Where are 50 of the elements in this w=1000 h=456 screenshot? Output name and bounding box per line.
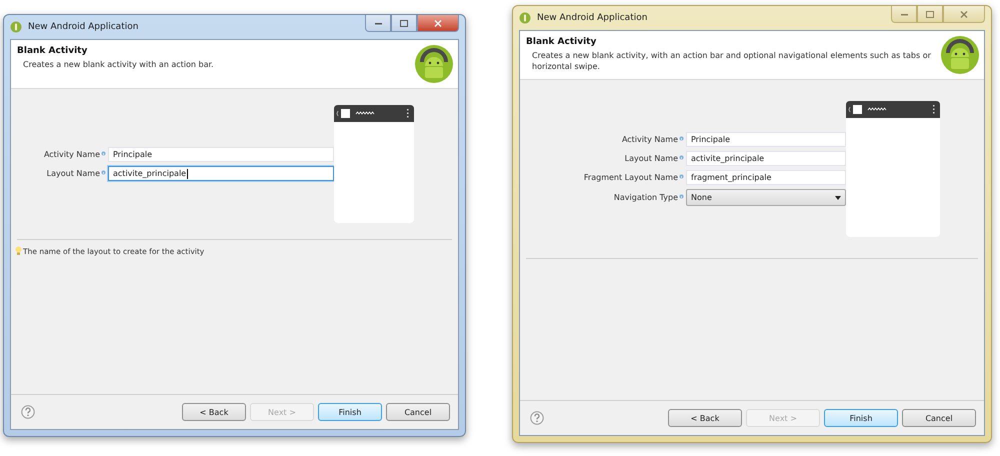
lightbulb-icon <box>15 246 22 256</box>
info-icon <box>101 151 106 156</box>
dropdown[interactable]: None <box>686 189 846 206</box>
field-label: Layout Name <box>46 169 100 178</box>
text-field[interactable]: activite_principale <box>686 151 846 166</box>
info-icon <box>679 136 684 141</box>
wizard-button[interactable]: < Back <box>182 403 246 421</box>
page-heading: Blank Activity <box>17 46 88 56</box>
help-icon[interactable] <box>21 405 35 419</box>
minimize-button[interactable] <box>365 15 391 32</box>
close-icon <box>960 10 968 18</box>
text-field[interactable]: Principale <box>108 147 334 162</box>
info-icon <box>679 174 684 179</box>
window-title: New Android Application <box>28 22 140 32</box>
wizard-button[interactable]: < Back <box>668 409 742 427</box>
maximize-button[interactable] <box>917 6 943 23</box>
dropdown-arrow-icon <box>835 196 841 200</box>
app-icon <box>10 21 22 33</box>
text-field[interactable]: activite_principale <box>108 166 334 181</box>
text-field[interactable]: Principale <box>686 132 846 147</box>
wizard-button[interactable]: Finish <box>824 409 898 427</box>
page-description: Creates a new blank activity with an action bar. <box>22 60 215 71</box>
help-icon[interactable] <box>530 411 544 425</box>
maximize-icon <box>400 20 408 26</box>
android-logo-icon <box>414 44 454 84</box>
maximize-icon <box>926 10 934 18</box>
window-title: New Android Application <box>537 13 648 23</box>
wizard-button[interactable]: Finish <box>318 403 382 421</box>
minimize-icon <box>900 12 908 16</box>
field-label: Fragment Layout Name <box>584 173 678 182</box>
wizard-button[interactable]: Cancel <box>902 409 976 427</box>
field-label: Layout Name <box>624 154 678 163</box>
minimize-button[interactable] <box>891 6 917 23</box>
info-icon <box>679 194 684 199</box>
page-description: Creates a new blank activity, with an action bar and optional navigational elements such as tabs or horizontal swipe. <box>531 51 932 73</box>
android-logo-icon <box>940 35 980 75</box>
maximize-button[interactable] <box>391 15 417 32</box>
minimize-icon <box>374 22 382 24</box>
info-icon <box>101 170 106 175</box>
app-icon <box>519 12 531 24</box>
field-label: Activity Name <box>622 135 678 144</box>
info-icon <box>679 155 684 160</box>
close-icon <box>434 20 442 26</box>
close-button[interactable] <box>943 6 985 23</box>
close-button[interactable] <box>417 15 459 32</box>
wizard-button[interactable]: Cancel <box>386 403 450 421</box>
field-label: Activity Name <box>44 150 100 159</box>
field-label: Navigation Type <box>614 193 678 202</box>
page-heading: Blank Activity <box>526 37 598 47</box>
text-field[interactable]: fragment_principale <box>686 170 846 185</box>
